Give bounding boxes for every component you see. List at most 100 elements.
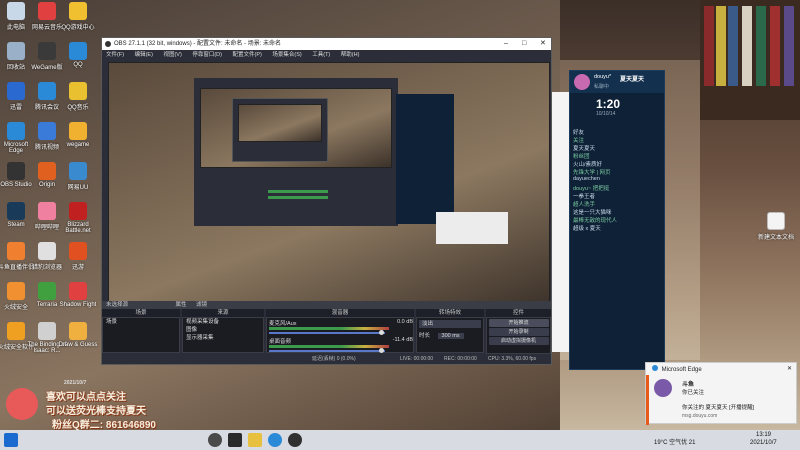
chat-line: 这是一只大猫咪 — [573, 210, 612, 215]
nested-meter-1 — [268, 190, 328, 193]
app-icon — [69, 202, 87, 220]
start-streaming-button[interactable]: 开始推流 — [488, 319, 549, 327]
close-icon[interactable]: ✕ — [540, 38, 546, 50]
desktop-icon[interactable]: wegame — [58, 122, 98, 148]
source-label: 视频采集设备 — [186, 319, 220, 325]
status-live: LIVE: 00:00:00 — [400, 356, 434, 362]
desktop-icon-label: QQ — [73, 62, 83, 68]
desktop-icon[interactable]: QQ音乐 — [58, 82, 98, 111]
desktop-icon[interactable]: QQ游戏中心 — [58, 2, 98, 31]
menu-scene-collection[interactable]: 场景集合(S) — [272, 52, 301, 58]
no-source-selected: 未选择源 — [106, 302, 129, 308]
start-virtual-camera-button[interactable]: 启动虚拟摄像机 — [488, 337, 549, 345]
chat-line: 夏天夏天 — [573, 146, 596, 151]
app-icon — [38, 42, 56, 60]
stream-overlay: 喜欢可以点点关注 可以送荧光棒支持夏天 粉丝Q群二: 861646890 202… — [6, 380, 226, 431]
streamer-avatar — [6, 388, 38, 420]
clock-date[interactable]: 2021/10/7 — [750, 440, 777, 446]
edge-notification[interactable]: Microsoft Edge ✕ 斗鱼 你已关注 你关注的 夏天夏天 [开播提醒… — [645, 362, 797, 425]
obs-taskbar-icon[interactable] — [288, 433, 302, 447]
app-icon — [69, 42, 87, 60]
app-icon — [38, 282, 56, 300]
desktop-file-new-text[interactable]: 新建文本文档 — [756, 212, 796, 241]
start-recording-button[interactable]: 开始录制 — [488, 328, 549, 336]
menu-tools[interactable]: 工具(T) — [312, 52, 330, 58]
desktop-icon[interactable]: Blizzard Battle.net — [58, 202, 98, 234]
menu-file[interactable]: 文件(F) — [106, 52, 124, 58]
desktop-icon-label: QQ游戏中心 — [61, 25, 95, 31]
menu-profile[interactable]: 配置文件(P) — [232, 52, 261, 58]
douyu-date: 10/10/14 — [596, 111, 616, 117]
obs-window[interactable]: OBS 27.1.1 (32 bit, windows) - 配置文件: 未命名… — [101, 37, 552, 365]
minimize-icon[interactable]: – — [504, 38, 508, 50]
desktop-icon[interactable]: 迅游 — [58, 242, 98, 271]
notification-source: msg.douyu.com — [682, 413, 718, 419]
app-icon — [7, 202, 25, 220]
menu-view[interactable]: 视图(V) — [163, 52, 181, 58]
obs-preview[interactable] — [108, 62, 550, 308]
volume-slider-handle[interactable] — [379, 330, 384, 335]
desktop-icon-label: wegame — [66, 142, 90, 148]
duration-row: 时长 300 ms — [419, 332, 481, 340]
chat-line: 超级 x 夏天 — [573, 226, 601, 231]
desktop-icon-label: 腾讯会议 — [34, 105, 59, 111]
properties-button[interactable]: 属性 — [176, 302, 187, 308]
notification-accent — [646, 375, 649, 425]
mixer-dock: 麦克风/Aux 0.0 dB 桌面音频 -11.4 dB — [266, 317, 414, 353]
transition-select[interactable]: 淡出 — [419, 320, 481, 328]
app-icon — [38, 322, 56, 340]
douyu-chat-panel[interactable]: douyu* 夏天夏天 私聊中 1:20 10/10/14 好友 关注 夏天夏天 粉丝… — [569, 70, 665, 370]
sources-dock: 视频采集设备 图像 显示器采集 — [182, 317, 264, 353]
desktop-icon-label: 哔哩哔哩 — [34, 225, 59, 231]
source-label: 图像 — [186, 327, 198, 333]
douyu-header: douyu* 夏天夏天 私聊中 — [570, 71, 664, 93]
start-icon[interactable] — [4, 433, 18, 447]
app-icon — [7, 82, 25, 100]
app-icon — [38, 82, 56, 100]
chat-line: 火山/素质好 — [573, 162, 603, 167]
volume-slider[interactable] — [269, 350, 385, 352]
desktop-icon[interactable]: QQ — [58, 42, 98, 68]
text-file-icon — [767, 212, 785, 230]
taskbar: 19°C 空气优 21 13:19 2021/10/7 — [0, 430, 800, 450]
transitions-dock-header: 转场特效 — [416, 309, 484, 317]
file-explorer-icon[interactable] — [248, 433, 262, 447]
weather[interactable]: 19°C 空气优 21 — [654, 437, 695, 446]
desktop-icon-label: Microsoft Edge — [3, 142, 29, 154]
edge-icon — [652, 365, 658, 371]
app-icon — [69, 242, 87, 260]
desktop-icon[interactable]: 网易UU — [58, 162, 98, 191]
avatar — [654, 379, 672, 397]
app-icon — [69, 122, 87, 140]
menu-help[interactable]: 帮助(H) — [341, 52, 360, 58]
search-icon[interactable] — [208, 433, 222, 447]
desktop-icon[interactable]: Draw & Guess — [58, 322, 98, 348]
source-item-display-capture[interactable]: 显示器采集 — [183, 334, 263, 342]
avatar[interactable] — [574, 74, 590, 90]
task-view-icon[interactable] — [228, 433, 242, 447]
clock-time[interactable]: 13:19 — [756, 432, 771, 438]
nested-notification — [436, 212, 508, 244]
source-item-image[interactable]: 图像 — [183, 326, 263, 334]
maximize-icon[interactable]: □ — [522, 38, 526, 50]
douyu-timer: 1:20 — [596, 97, 621, 111]
scene-item[interactable]: 场景 — [103, 318, 179, 326]
notification-close-icon[interactable]: ✕ — [787, 365, 792, 372]
scenes-dock: 场景 — [102, 317, 180, 353]
volume-slider-handle[interactable] — [379, 348, 384, 353]
overlay-line3: 粉丝Q群二: 861646890 — [52, 420, 156, 431]
chat-line: 一拳王者 — [573, 194, 596, 199]
desktop-icon-label: Steam — [7, 222, 25, 228]
duration-input[interactable]: 300 ms — [437, 333, 464, 339]
sources-dock-header: 来源 — [182, 309, 264, 317]
source-item-video-capture[interactable]: 视频采集设备 — [183, 318, 263, 326]
menu-docks[interactable]: 停靠窗口(D) — [192, 52, 222, 58]
edge-icon[interactable] — [268, 433, 282, 447]
obs-titlebar: OBS 27.1.1 (32 bit, windows) - 配置文件: 未命名… — [102, 38, 551, 50]
filters-button[interactable]: 滤镜 — [196, 302, 207, 308]
overlay-stamp: 2021/10/7 — [64, 380, 87, 386]
menu-edit[interactable]: 编辑(E) — [135, 52, 153, 58]
app-icon — [7, 322, 25, 340]
volume-slider[interactable] — [269, 332, 385, 334]
desktop-icon[interactable]: Shadow Fight — [58, 282, 98, 308]
